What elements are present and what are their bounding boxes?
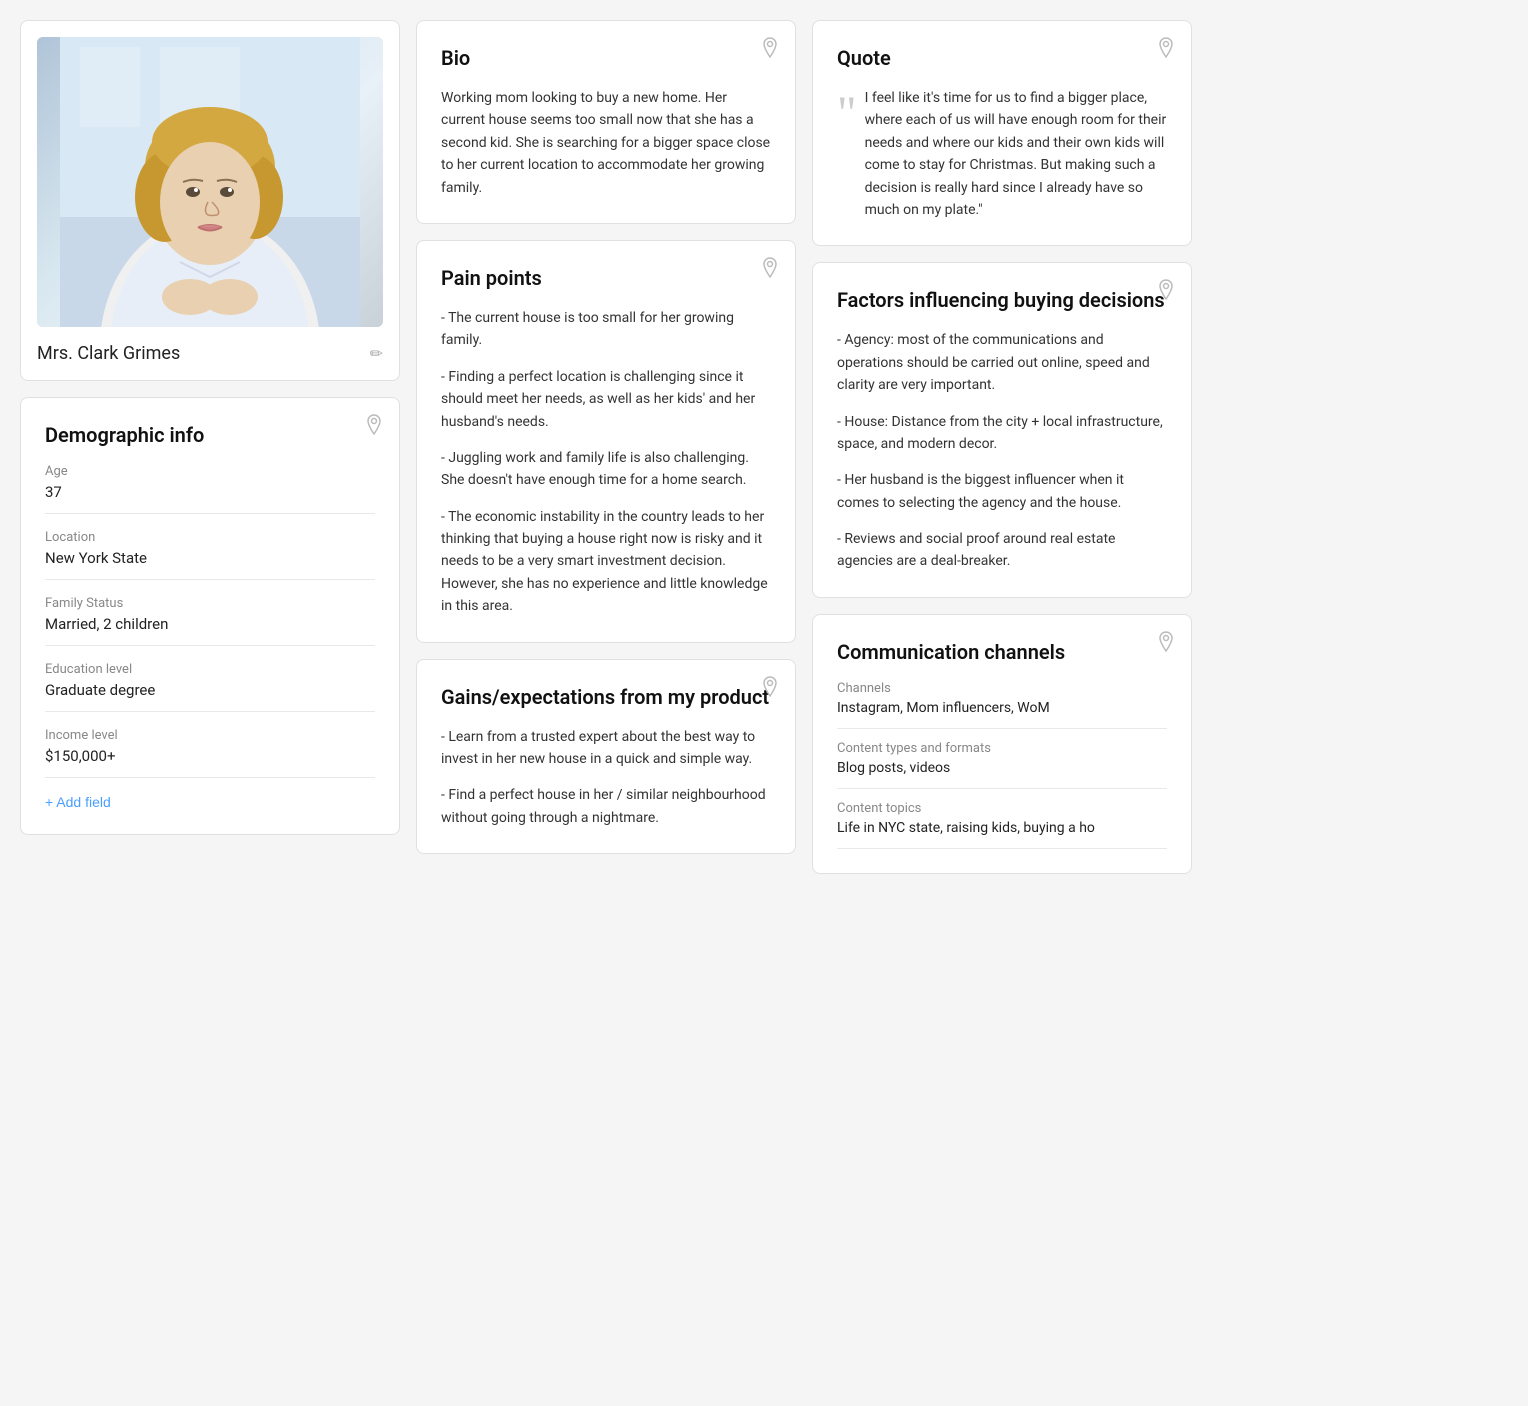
income-value: $150,000+ xyxy=(45,747,375,778)
demographic-card: Demographic info Age 37 Location New Yor… xyxy=(20,397,400,835)
comm-pin-icon[interactable] xyxy=(1157,631,1175,658)
factor-3: - Reviews and social proof around real e… xyxy=(837,528,1167,573)
pain-points-list: - The current house is too small for her… xyxy=(441,307,771,618)
factor-2: - Her husband is the biggest influencer … xyxy=(837,469,1167,514)
education-value: Graduate degree xyxy=(45,681,375,712)
edit-icon[interactable]: ✏ xyxy=(370,344,383,363)
pain-pin-icon[interactable] xyxy=(761,257,779,284)
quote-text: I feel like it's time for us to find a b… xyxy=(865,87,1167,221)
bio-title: Bio xyxy=(441,45,771,71)
pain-point-0: - The current house is too small for her… xyxy=(441,307,771,352)
education-label: Education level xyxy=(45,662,375,677)
profile-name: Mrs. Clark Grimes xyxy=(37,343,180,364)
demo-age: Age 37 xyxy=(45,464,375,514)
pain-point-3: - The economic instability in the countr… xyxy=(441,506,771,618)
demographic-fields: Age 37 Location New York State Family St… xyxy=(45,464,375,778)
quote-mark: " xyxy=(837,95,857,133)
demographic-title: Demographic info xyxy=(45,422,375,448)
channels-value: Instagram, Mom influencers, WoM xyxy=(837,700,1167,729)
gains-list: - Learn from a trusted expert about the … xyxy=(441,726,771,830)
factor-0: - Agency: most of the communications and… xyxy=(837,329,1167,396)
location-label: Location xyxy=(45,530,375,545)
quote-title: Quote xyxy=(837,45,1167,71)
profile-card: Mrs. Clark Grimes ✏ xyxy=(20,20,400,381)
communication-card: Communication channels Channels Instagra… xyxy=(812,614,1192,874)
content-topics-value: Life in NYC state, raising kids, buying … xyxy=(837,820,1167,849)
demo-family-status: Family Status Married, 2 children xyxy=(45,596,375,646)
factors-list: - Agency: most of the communications and… xyxy=(837,329,1167,573)
demo-income: Income level $150,000+ xyxy=(45,728,375,778)
quote-card: Quote " I feel like it's time for us to … xyxy=(812,20,1192,246)
quote-pin-icon[interactable] xyxy=(1157,37,1175,64)
content-types-label: Content types and formats xyxy=(837,741,1167,756)
age-value: 37 xyxy=(45,483,375,514)
age-label: Age xyxy=(45,464,375,479)
income-label: Income level xyxy=(45,728,375,743)
comm-fields: Channels Instagram, Mom influencers, WoM… xyxy=(837,681,1167,849)
pain-points-title: Pain points xyxy=(441,265,771,291)
gains-pin-icon[interactable] xyxy=(761,676,779,703)
pin-icon[interactable] xyxy=(365,414,383,441)
location-value: New York State xyxy=(45,549,375,580)
pain-point-2: - Juggling work and family life is also … xyxy=(441,447,771,492)
gain-0: - Learn from a trusted expert about the … xyxy=(441,726,771,771)
gain-1: - Find a perfect house in her / similar … xyxy=(441,784,771,829)
profile-image xyxy=(37,37,383,327)
add-field-button[interactable]: + Add field xyxy=(45,794,111,810)
pain-points-card: Pain points - The current house is too s… xyxy=(416,240,796,643)
bio-pin-icon[interactable] xyxy=(761,37,779,64)
bio-text: Working mom looking to buy a new home. H… xyxy=(441,87,771,199)
comm-title: Communication channels xyxy=(837,639,1167,665)
demo-location: Location New York State xyxy=(45,530,375,580)
family-status-label: Family Status xyxy=(45,596,375,611)
factor-1: - House: Distance from the city + local … xyxy=(837,411,1167,456)
demo-education: Education level Graduate degree xyxy=(45,662,375,712)
family-status-value: Married, 2 children xyxy=(45,615,375,646)
content-types-value: Blog posts, videos xyxy=(837,760,1167,789)
gains-card: Gains/expectations from my product - Lea… xyxy=(416,659,796,855)
gains-title: Gains/expectations from my product xyxy=(441,684,771,710)
quote-content: " I feel like it's time for us to find a… xyxy=(837,87,1167,221)
channels-label: Channels xyxy=(837,681,1167,696)
factors-card: Factors influencing buying decisions - A… xyxy=(812,262,1192,598)
pain-point-1: - Finding a perfect location is challeng… xyxy=(441,366,771,433)
content-topics-label: Content topics xyxy=(837,801,1167,816)
factors-title: Factors influencing buying decisions xyxy=(837,287,1167,313)
factors-pin-icon[interactable] xyxy=(1157,279,1175,306)
bio-card: Bio Working mom looking to buy a new hom… xyxy=(416,20,796,224)
